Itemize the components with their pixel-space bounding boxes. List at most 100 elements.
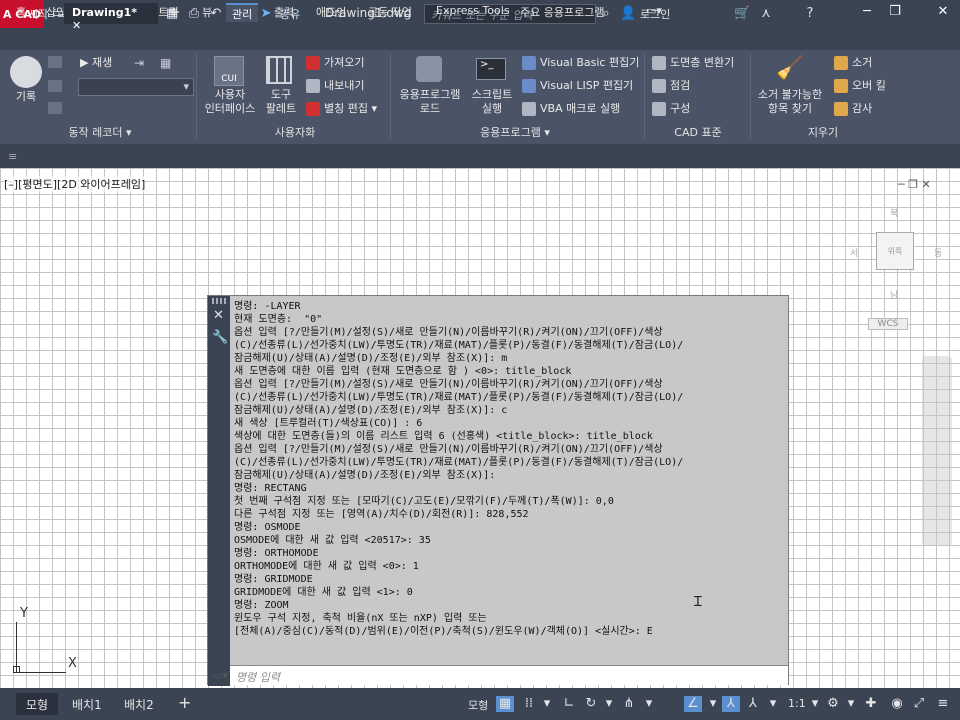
lisp-editor-button[interactable]: Visual LISP 편집기 <box>522 79 633 93</box>
load-application-icon[interactable] <box>416 56 442 82</box>
tab-output[interactable]: 출력 <box>268 3 300 22</box>
vb-editor-label: Visual Basic 편집기 <box>540 56 640 69</box>
drag-handle-icon[interactable] <box>212 298 226 304</box>
auto-scale-icon[interactable]: ⅄ <box>744 696 762 712</box>
purge-label: 소거 <box>852 56 873 69</box>
lisp-editor-label: Visual LISP 편집기 <box>540 79 634 92</box>
tab-menu-icon[interactable]: ≡ <box>8 150 17 164</box>
viewcube-south-icon[interactable]: 남 <box>890 288 898 301</box>
annotation-monitor-icon[interactable]: ✚ <box>862 696 880 712</box>
command-window[interactable]: ✕ 🔧 명령: -LAYER 현재 도면층: "0" 옵션 입력 [?/만들기(M)… <box>207 295 789 686</box>
recorder-icon[interactable] <box>48 56 62 68</box>
workspace-menu-icon[interactable]: ▾ <box>842 696 860 712</box>
workspace-gear-icon[interactable]: ⚙ <box>824 696 842 712</box>
add-tab-button[interactable]: + <box>160 3 189 24</box>
fullscreen-icon[interactable]: ⤢ <box>910 696 928 712</box>
command-menu-icon[interactable]: ▭▾ <box>212 669 228 682</box>
broom-icon[interactable]: 🧹 <box>776 56 803 86</box>
audit-icon <box>834 102 848 116</box>
import-button[interactable]: 가져오기 <box>306 56 364 70</box>
add-layout-button[interactable]: + <box>168 690 201 712</box>
osnap-menu-icon[interactable]: ▾ <box>704 696 722 712</box>
tab-manage[interactable]: 관리 <box>226 3 259 22</box>
viewport-window-controls[interactable]: ─ ❐ ✕ <box>898 178 952 192</box>
panel-title-applications[interactable]: 응용프로그램 ▾ <box>460 124 570 142</box>
vb-editor-button[interactable]: Visual Basic 편집기 <box>522 56 639 70</box>
export-button[interactable]: 내보내기 <box>306 79 364 93</box>
isolate-objects-icon[interactable]: ◉ <box>888 696 906 712</box>
grid-icon[interactable]: ▦ <box>496 696 514 712</box>
autodesk-icon[interactable]: ⋏ <box>758 6 774 22</box>
cui-icon[interactable]: CUI <box>214 56 244 86</box>
tab-express-tools[interactable]: Express Tools <box>430 3 516 22</box>
edit-aliases-button[interactable]: 별칭 편집 ▾ <box>306 102 377 116</box>
navigation-bar[interactable] <box>922 356 952 546</box>
configure-button[interactable]: 구성 <box>652 102 690 116</box>
vba-macro-button[interactable]: VBA 매크로 실행 <box>522 102 620 116</box>
macro-dropdown[interactable]: ▾ <box>78 78 194 96</box>
polar-menu-icon[interactable]: ▾ <box>600 696 618 712</box>
recorder-icon-2[interactable] <box>48 80 62 92</box>
customization-menu-icon[interactable]: ≡ <box>934 696 952 712</box>
cart-icon[interactable]: 🛒 <box>734 6 750 22</box>
insert-message-icon[interactable]: ⇥ <box>134 56 150 70</box>
restore-icon[interactable]: ❐ <box>882 4 908 24</box>
tab-view[interactable]: 뷰 <box>196 3 218 22</box>
tab-start[interactable]: 시작 <box>20 3 56 24</box>
customize-wrench-icon[interactable]: 🔧 <box>212 330 228 345</box>
annotation-scale[interactable]: 1:1 <box>788 697 806 710</box>
run-script-icon[interactable]: >_ <box>476 58 506 80</box>
cui-button[interactable]: 사용자 인터페이스 <box>200 88 260 116</box>
run-script-button[interactable]: 스크립트 실행 <box>468 88 516 116</box>
help-icon[interactable]: ? <box>802 6 818 22</box>
tab-featured-apps[interactable]: 주요 응용프로그램 <box>514 3 610 22</box>
audit-button[interactable]: 감사 <box>834 102 872 116</box>
layer-translator-button[interactable]: 도면층 변환기 <box>652 56 734 70</box>
auto-scale-menu-icon[interactable]: ▾ <box>764 696 782 712</box>
annotation-visibility-icon[interactable]: ⅄ <box>722 696 740 712</box>
isodraft-icon[interactable]: ⋔ <box>620 696 638 712</box>
purge-button[interactable]: 소거 <box>834 56 872 70</box>
recorder-icon-3[interactable] <box>48 102 62 114</box>
check-button[interactable]: 점검 <box>652 79 690 93</box>
ribbon-minimize-icon[interactable]: ▭▾ <box>640 3 668 22</box>
scale-menu-icon[interactable]: ▾ <box>806 696 824 712</box>
isodraft-menu-icon[interactable]: ▾ <box>640 696 658 712</box>
tab-drawing1[interactable]: Drawing1* ✕ <box>64 3 158 32</box>
ucs-y-label: Y <box>20 606 28 621</box>
close-icon[interactable]: ✕ <box>930 4 956 24</box>
snap-icon[interactable]: ⁞⁞ <box>520 696 538 712</box>
tab-addins[interactable]: 애드인 <box>310 3 352 22</box>
model-space-button[interactable]: 모형 <box>462 693 494 715</box>
request-input-icon[interactable]: ▦ <box>160 56 176 70</box>
osnap-icon[interactable]: ∠ <box>684 696 702 712</box>
find-nonpurgeable-button[interactable]: 소거 불가능한 항목 찾기 <box>752 88 828 116</box>
tab-layout2[interactable]: 배치2 <box>114 693 164 715</box>
tab-layout1[interactable]: 배치1 <box>62 693 112 715</box>
overkill-button[interactable]: 오버 킬 <box>834 79 886 93</box>
polar-icon[interactable]: ↻ <box>582 696 600 712</box>
command-input[interactable]: 명령 입력 <box>230 665 788 685</box>
viewport-controls[interactable]: [–][평면도][2D 와이어프레임] <box>4 176 146 192</box>
command-line: 첫 번째 구석점 지정 또는 [모따기(C)/고도(E)/모깎기(F)/두께(T… <box>234 496 614 507</box>
snap-menu-icon[interactable]: ▾ <box>538 696 556 712</box>
wcs-menu[interactable]: WCS <box>868 318 908 330</box>
play-button[interactable]: ▶ 재생 <box>80 56 112 70</box>
close-tab-icon[interactable]: ✕ <box>72 19 81 32</box>
tab-model[interactable]: 모형 <box>16 693 59 715</box>
minimize-icon[interactable]: ─ <box>854 4 880 24</box>
load-application-button[interactable]: 응용프로그램 로드 <box>394 88 466 116</box>
tool-palette-button[interactable]: 도구 팔레트 <box>262 88 300 116</box>
viewcube-north-icon[interactable]: 북 <box>890 206 898 219</box>
panel-title-action-recorder[interactable]: 동작 레코더 ▾ <box>40 124 160 142</box>
user-icon[interactable]: 👤 <box>620 6 636 22</box>
record-icon[interactable] <box>10 56 42 88</box>
record-button[interactable]: 기록 <box>10 90 42 104</box>
tab-collaborate[interactable]: 공동 작업 <box>362 3 418 22</box>
viewcube[interactable]: 위쪽 <box>876 232 914 270</box>
tool-palette-icon[interactable] <box>266 56 292 84</box>
close-command-icon[interactable]: ✕ <box>213 308 224 323</box>
viewcube-west-icon[interactable]: 서 <box>850 246 858 259</box>
ortho-icon[interactable]: ∟ <box>560 696 578 712</box>
viewcube-east-icon[interactable]: 동 <box>934 246 942 259</box>
